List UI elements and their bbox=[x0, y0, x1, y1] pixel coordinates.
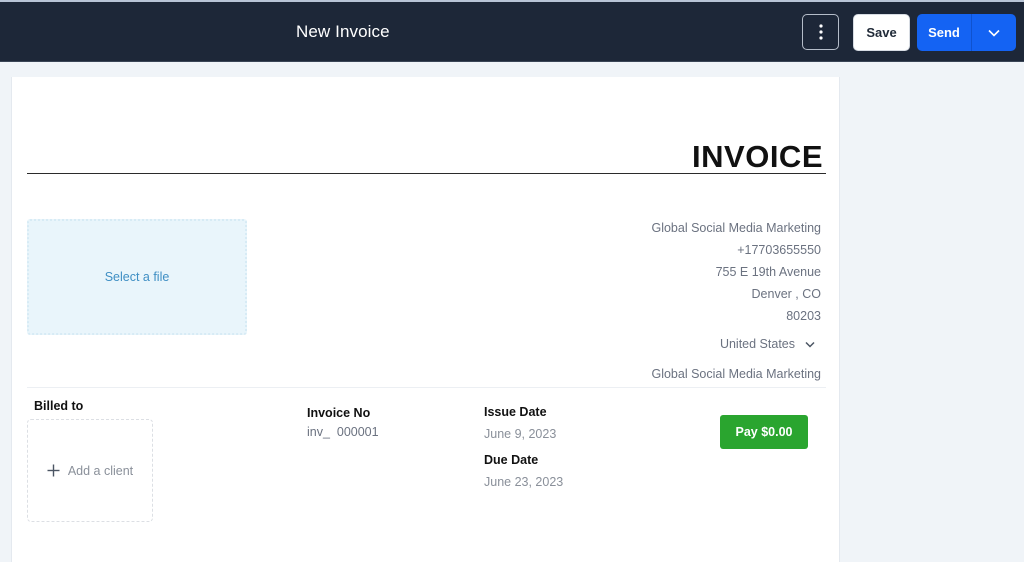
company-city-state[interactable]: Denver , CO bbox=[651, 285, 821, 307]
chevron-down-icon bbox=[805, 341, 815, 348]
invoice-no-value[interactable]: inv_ 000001 bbox=[307, 425, 379, 439]
due-date-label: Due Date bbox=[484, 453, 539, 467]
country-select[interactable]: United States bbox=[720, 337, 815, 351]
pay-button[interactable]: Pay $0.00 bbox=[720, 415, 808, 449]
company-phone[interactable]: +17703655550 bbox=[651, 241, 821, 263]
issue-date-value[interactable]: June 9, 2023 bbox=[484, 427, 556, 441]
section-divider bbox=[27, 387, 826, 388]
chevron-down-icon bbox=[988, 29, 1000, 37]
due-date-value[interactable]: June 23, 2023 bbox=[484, 475, 563, 489]
vertical-ellipsis-icon bbox=[818, 24, 823, 40]
add-client-label: Add a client bbox=[67, 463, 134, 478]
plus-icon bbox=[47, 464, 60, 477]
logo-upload-label: Select a file bbox=[104, 270, 170, 284]
send-button[interactable]: Send bbox=[917, 14, 972, 51]
more-options-button[interactable] bbox=[802, 14, 839, 50]
send-options-dropdown[interactable] bbox=[972, 14, 1016, 51]
app-header: New Invoice Save Send bbox=[0, 2, 1024, 62]
page-title: New Invoice bbox=[296, 22, 390, 41]
logo-upload-area[interactable]: Select a file bbox=[27, 219, 247, 335]
invoice-heading: INVOICE bbox=[692, 139, 823, 174]
company-name[interactable]: Global Social Media Marketing bbox=[651, 219, 821, 241]
add-client-button[interactable]: Add a client bbox=[27, 419, 153, 522]
save-button[interactable]: Save bbox=[853, 14, 910, 51]
company-street[interactable]: 755 E 19th Avenue bbox=[651, 263, 821, 285]
send-button-group: Send bbox=[917, 14, 1016, 51]
company-info: Global Social Media Marketing +177036555… bbox=[651, 219, 821, 329]
issue-date-label: Issue Date bbox=[484, 405, 547, 419]
company-footer-name[interactable]: Global Social Media Marketing bbox=[651, 367, 821, 381]
invoice-card: INVOICE Select a file Global Social Medi… bbox=[11, 77, 840, 562]
country-value: United States bbox=[719, 337, 795, 351]
billed-to-label: Billed to bbox=[34, 399, 84, 413]
invoice-no-label: Invoice No bbox=[307, 406, 371, 420]
company-zip[interactable]: 80203 bbox=[651, 307, 821, 329]
heading-divider bbox=[27, 173, 826, 174]
